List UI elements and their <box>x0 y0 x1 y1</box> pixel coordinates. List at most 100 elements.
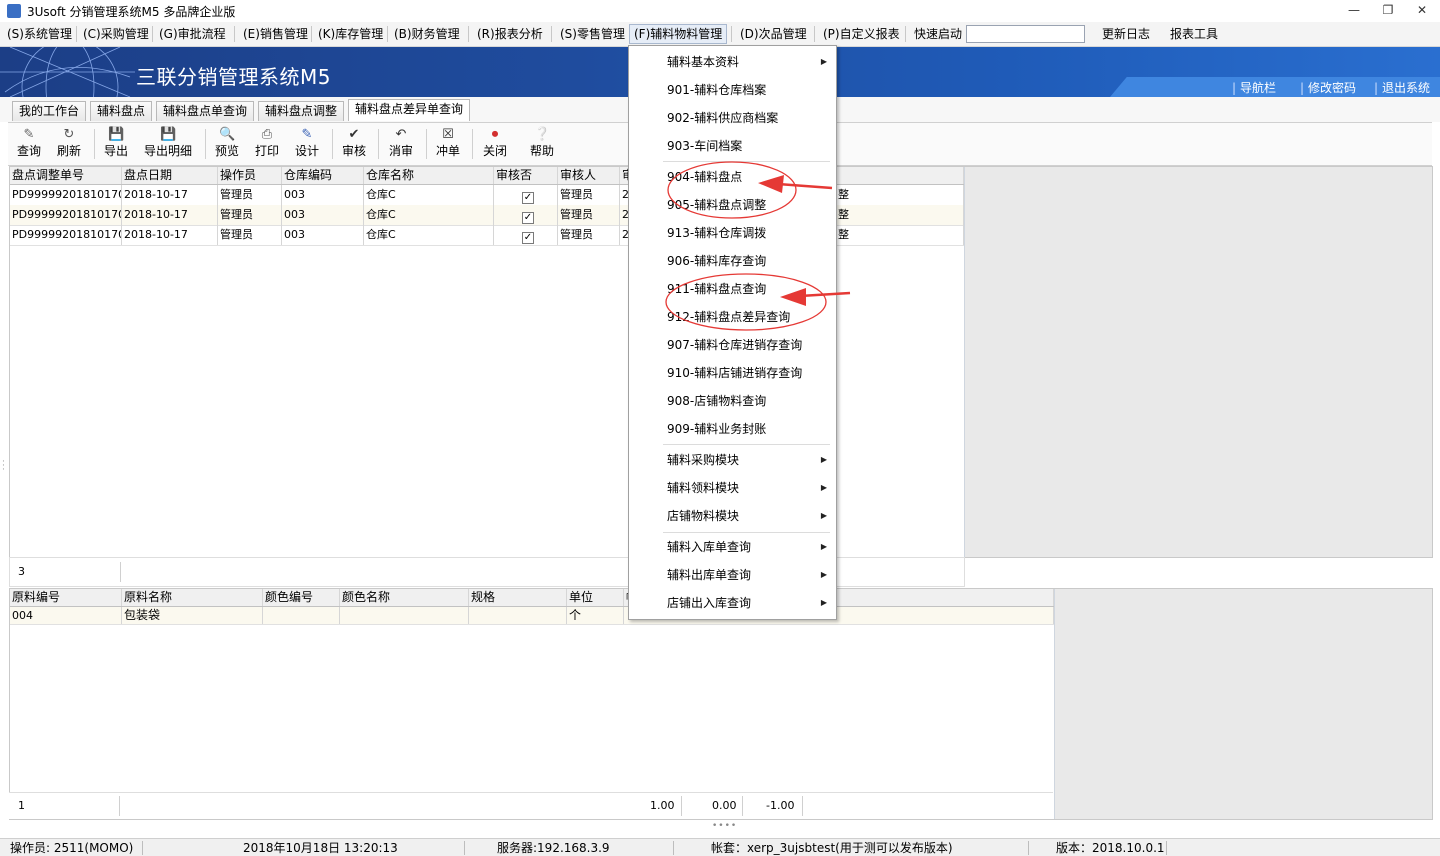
toolbar-separator <box>332 129 333 159</box>
col-header[interactable]: 盘点调整单号 <box>10 167 122 184</box>
col-header[interactable]: 盘点日期 <box>122 167 218 184</box>
export-button[interactable]: 💾 导出 <box>103 125 129 163</box>
unapprove-button[interactable]: ↶ 消审 <box>388 125 414 163</box>
cell-color-name <box>340 607 469 624</box>
submenu-arrow-icon: ▶ <box>820 511 827 520</box>
menu-item-907[interactable]: 907-辅料仓库进销存查询 <box>629 331 836 359</box>
menu-finance[interactable]: (B)财务管理 <box>390 25 464 43</box>
menu-reports[interactable]: (R)报表分析 <box>473 25 547 43</box>
tab-count-query[interactable]: 辅料盘点单查询 <box>156 101 255 121</box>
approved-checkbox[interactable]: ✓ <box>522 232 534 244</box>
menu-item-904[interactable]: 904-辅料盘点 <box>629 163 836 191</box>
menu-item-basic-data[interactable]: 辅料基本资料 ▶ <box>629 48 836 76</box>
menu-item-913[interactable]: 913-辅料仓库调拨 <box>629 219 836 247</box>
menu-item-905[interactable]: 905-辅料盘点调整 <box>629 191 836 219</box>
col-header[interactable]: 仓库编码 <box>282 167 364 184</box>
col-header[interactable]: 审核否 <box>494 167 558 184</box>
cell-date: 2018-10-17 <box>122 225 218 245</box>
minimize-button[interactable]: — <box>1342 1 1366 19</box>
close-window-button[interactable]: ✕ <box>1410 1 1434 19</box>
menu-item-requisition-module[interactable]: 辅料领料模块 ▶ <box>629 474 836 502</box>
menu-item-910[interactable]: 910-辅料店铺进销存查询 <box>629 359 836 387</box>
query-button[interactable]: ✎ 查询 <box>16 125 42 163</box>
menu-defective[interactable]: (D)次品管理 <box>736 25 811 43</box>
preview-button[interactable]: 🔍 预览 <box>214 125 240 163</box>
col-header[interactable]: 原料名称 <box>122 589 263 606</box>
nav-bar-link[interactable]: | 导航栏 <box>1232 79 1276 96</box>
print-label: 打印 <box>254 144 279 158</box>
menu-separator <box>387 26 388 42</box>
tab-workbench[interactable]: 我的工作台 <box>12 101 87 121</box>
cell-unit: 个 <box>567 607 624 624</box>
menu-item-912[interactable]: 912-辅料盘点差异查询 <box>629 303 836 331</box>
refresh-button[interactable]: ↻ 刷新 <box>56 125 82 163</box>
cell-col9: 整 <box>836 205 964 225</box>
col-header[interactable]: 单位 <box>567 589 624 606</box>
menu-item-902[interactable]: 902-辅料供应商档案 <box>629 104 836 132</box>
footer-divider <box>742 796 743 816</box>
col-header[interactable]: 颜色编号 <box>263 589 340 606</box>
menu-purchase[interactable]: (C)采购管理 <box>79 25 153 43</box>
table-row[interactable]: 004 包装袋 个 <box>10 607 1054 625</box>
menu-item-911[interactable]: 911-辅料盘点查询 <box>629 275 836 303</box>
menu-custom-reports[interactable]: (P)自定义报表 <box>819 25 904 43</box>
col-header[interactable]: 原料编号 <box>10 589 122 606</box>
menu-item-outbound-query[interactable]: 辅料出库单查询 ▶ <box>629 561 836 589</box>
refresh-label: 刷新 <box>56 144 81 158</box>
menu-approval[interactable]: (G)审批流程 <box>155 25 230 43</box>
menu-item-inbound-query[interactable]: 辅料入库单查询 ▶ <box>629 533 836 561</box>
menu-item-909[interactable]: 909-辅料业务封账 <box>629 415 836 443</box>
menu-item-901[interactable]: 901-辅料仓库档案 <box>629 76 836 104</box>
print-button[interactable]: ⎙ 打印 <box>254 125 280 163</box>
menu-materials[interactable]: (F)辅料物料管理 <box>629 24 728 44</box>
quick-launch-input[interactable] <box>966 25 1085 43</box>
design-button[interactable]: ✎ 设计 <box>294 125 320 163</box>
cell-approver: 管理员 <box>558 185 620 205</box>
update-log-link[interactable]: 更新日志 <box>1098 25 1154 43</box>
cell-col9: 整 <box>836 225 964 245</box>
menu-item-906[interactable]: 906-辅料库存查询 <box>629 247 836 275</box>
menu-item-store-material-module[interactable]: 店铺物料模块 ▶ <box>629 502 836 530</box>
menu-item-908[interactable]: 908-店铺物料查询 <box>629 387 836 415</box>
close-tab-button[interactable]: ⏺ 关闭 <box>482 125 508 163</box>
splitter-handle[interactable]: •••• <box>712 821 737 831</box>
logout-link[interactable]: | 退出系统 <box>1374 79 1430 96</box>
tab-material-count[interactable]: 辅料盘点 <box>90 101 153 121</box>
cell-approved: ✓ <box>494 225 558 245</box>
menu-item-purchase-module[interactable]: 辅料采购模块 ▶ <box>629 446 836 474</box>
cell-spec <box>469 607 567 624</box>
tab-count-adjust[interactable]: 辅料盘点调整 <box>258 101 345 121</box>
tab-difference-query[interactable]: 辅料盘点差异单查询 <box>348 99 471 121</box>
help-button[interactable]: ❔ 帮助 <box>529 125 555 163</box>
col-header[interactable]: 仓库名称 <box>364 167 494 184</box>
menu-item-label: 辅料领料模块 <box>667 481 740 495</box>
toolbar-separator <box>472 129 473 159</box>
menu-item-903[interactable]: 903-车间档案 <box>629 132 836 160</box>
cell-operator: 管理员 <box>218 225 282 245</box>
menu-retail[interactable]: (S)零售管理 <box>556 25 629 43</box>
restore-button[interactable]: ❐ <box>1376 1 1400 19</box>
approve-button[interactable]: ✔ 审核 <box>341 125 367 163</box>
col-header[interactable] <box>836 589 1054 606</box>
menu-inventory[interactable]: (K)库存管理 <box>314 25 387 43</box>
submenu-arrow-icon: ▶ <box>820 57 827 66</box>
col-header[interactable]: 操作员 <box>218 167 282 184</box>
approved-checkbox[interactable]: ✓ <box>522 192 534 204</box>
menu-sales[interactable]: (E)销售管理 <box>239 25 312 43</box>
change-password-link[interactable]: | 修改密码 <box>1300 79 1356 96</box>
col-header[interactable]: 颜色名称 <box>340 589 469 606</box>
status-bar: 操作员: 2511(MOMO) 2018年10月18日 13:20:13 服务器… <box>0 838 1440 856</box>
menu-system[interactable]: (S)系统管理 <box>3 25 76 43</box>
col-header[interactable]: 审核人 <box>558 167 620 184</box>
print-icon: ⎙ <box>261 127 273 142</box>
col-header[interactable]: 规格 <box>469 589 567 606</box>
side-splitter-handle[interactable]: · · · <box>2 458 5 475</box>
reverse-button[interactable]: ☒ 冲单 <box>435 125 461 163</box>
detail-grid: 原料编号 原料名称 颜色编号 颜色名称 规格 单位 帐 004 包装袋 个 <box>9 588 1433 820</box>
export-detail-button[interactable]: 💾 导出明细 <box>142 125 194 163</box>
report-tools-link[interactable]: 报表工具 <box>1166 25 1222 43</box>
menu-item-store-io-query[interactable]: 店铺出入库查询 ▶ <box>629 589 836 617</box>
col-header[interactable] <box>836 167 964 184</box>
approved-checkbox[interactable]: ✓ <box>522 212 534 224</box>
menu-item-label: 辅料出库单查询 <box>667 568 752 582</box>
